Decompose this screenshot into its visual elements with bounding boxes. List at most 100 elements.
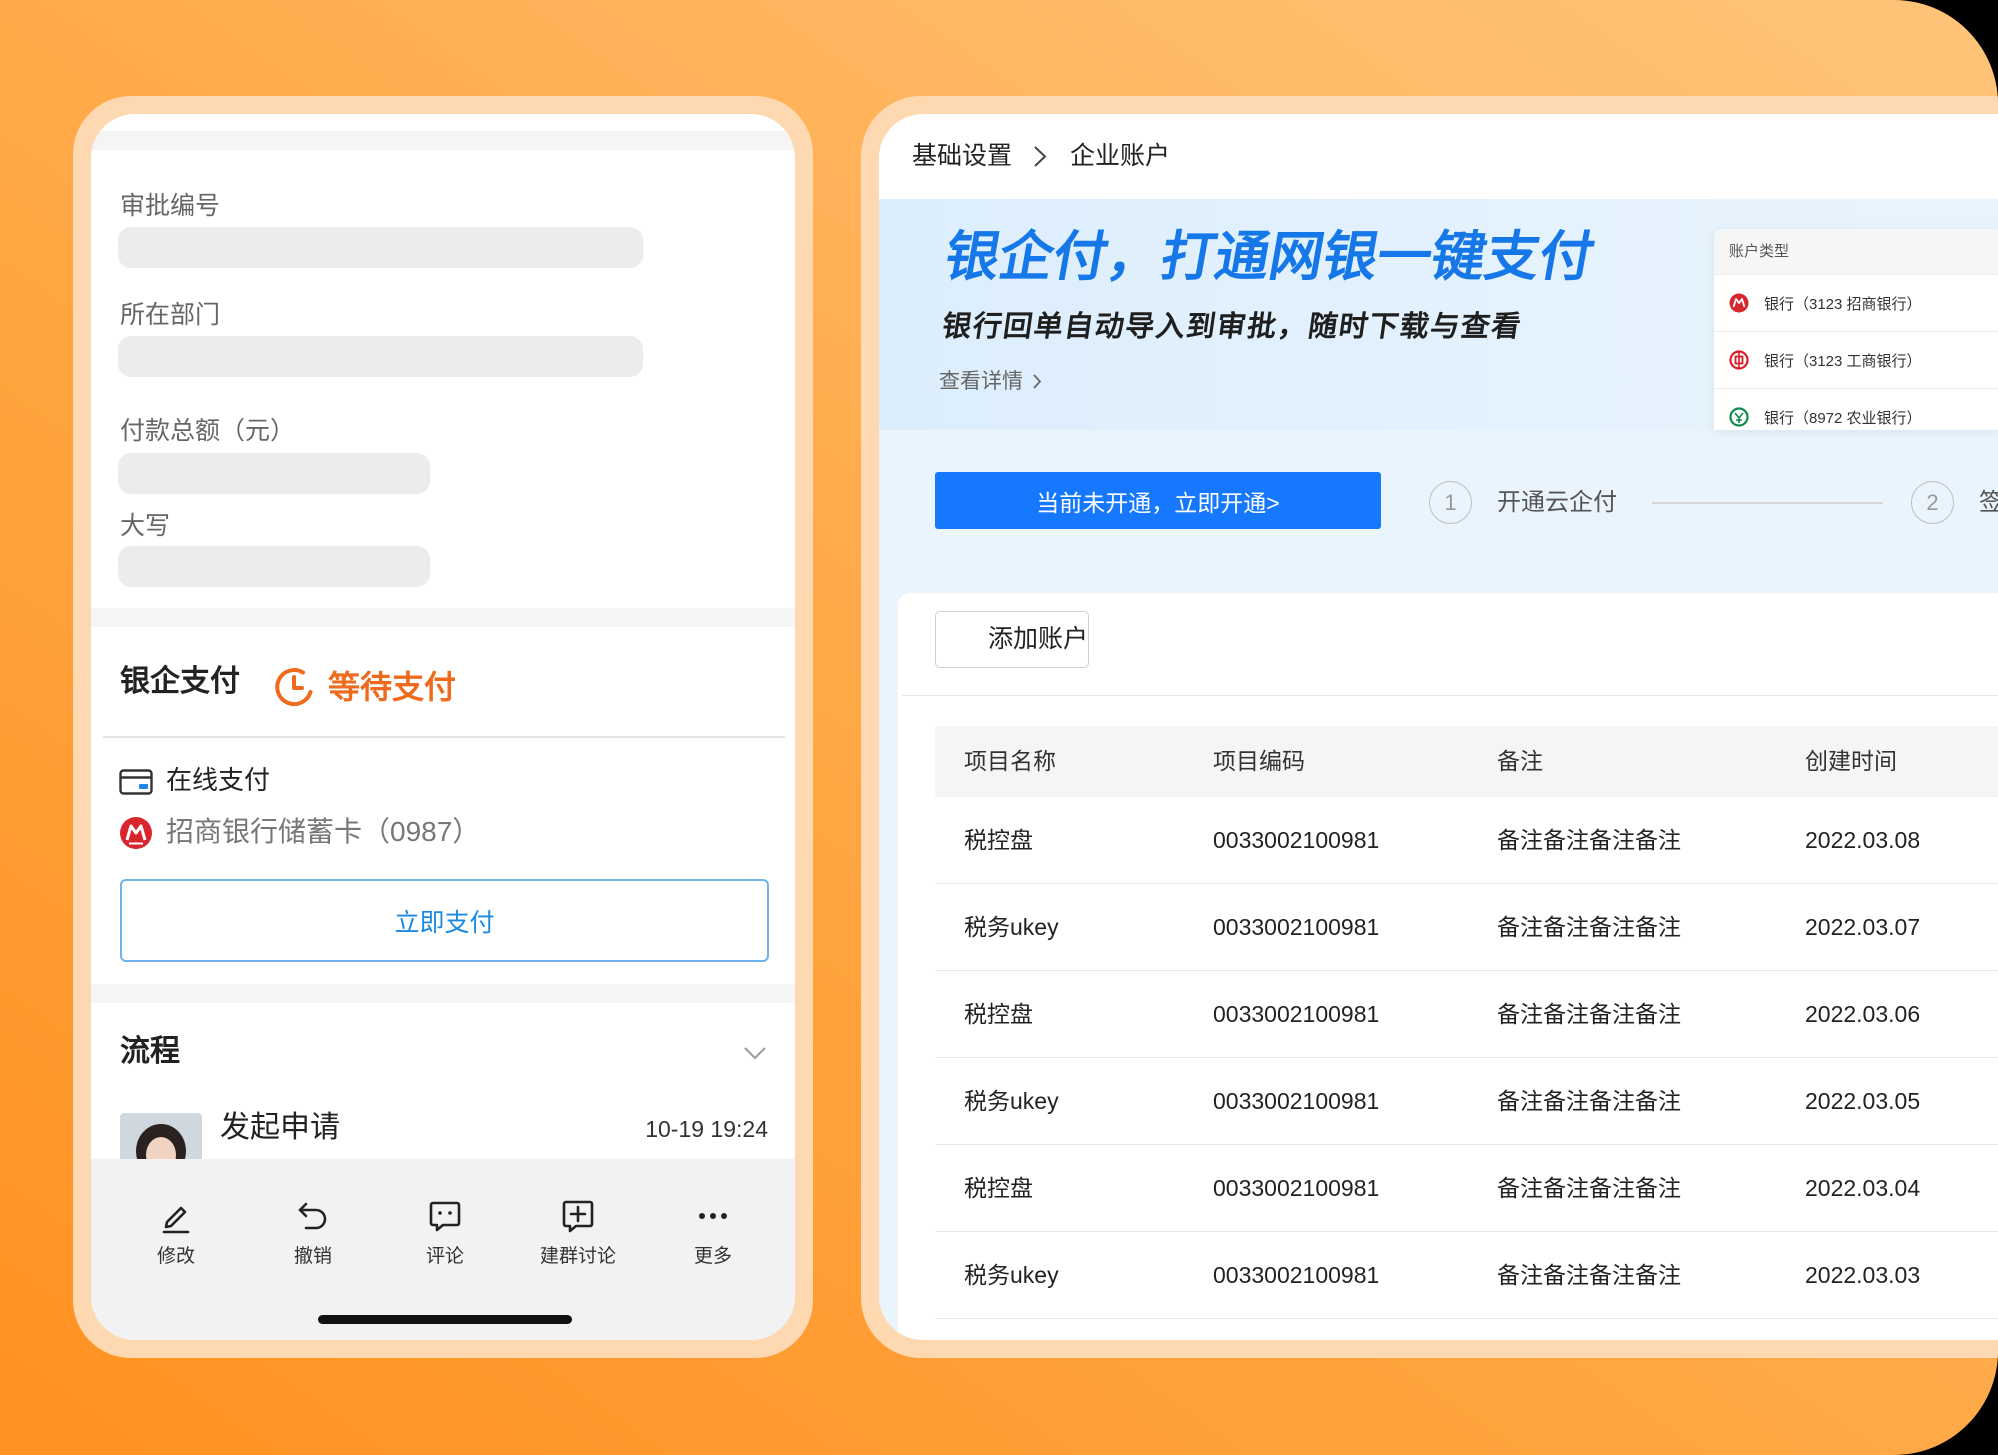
column-header-note: 备注 <box>1497 748 1543 774</box>
section-separator <box>91 984 795 1003</box>
account-type-option[interactable]: 银行（3123 工商银行） <box>1714 331 1998 388</box>
cell-code: 0033002100981 <box>1213 1175 1380 1201</box>
card-icon <box>119 769 153 795</box>
step-1-label: 开通云企付 <box>1497 489 1617 516</box>
comment-action-label: 评论 <box>425 1246 464 1267</box>
payment-status-badge: 等待支付 <box>328 669 457 705</box>
column-header-created: 创建时间 <box>1805 748 1897 774</box>
department-value <box>118 336 643 377</box>
showcase-background: 审批编号 所在部门 付款总额（元） 大写 银企支付 等待支付 在线支付 招商银行… <box>0 0 1998 1455</box>
table-row: 税务ukey 0033002100981 备注备注备注备注 2022.03.03 <box>935 1232 1998 1319</box>
add-account-button[interactable]: 添加账户 <box>935 611 1089 668</box>
cell-created: 2022.03.08 <box>1805 827 1921 853</box>
group-discussion-action[interactable]: 建群讨论 <box>518 1196 638 1268</box>
divider <box>902 695 1998 696</box>
more-action-label: 更多 <box>693 1246 732 1267</box>
divider <box>103 736 785 738</box>
payment-amount-label: 付款总额（元） <box>120 417 296 445</box>
cell-code: 0033002100981 <box>1213 827 1380 853</box>
account-type-option-label: 银行（8972 农业银行） <box>1764 409 1922 427</box>
cell-created: 2022.03.07 <box>1805 914 1921 940</box>
approval-number-value <box>118 227 643 268</box>
icbc-logo-icon <box>1729 350 1749 370</box>
breadcrumb-basic-settings[interactable]: 基础设置 <box>912 141 1012 171</box>
table-row: 税务ukey 0033002100981 备注备注备注备注 2022.03.07 <box>935 884 1998 971</box>
account-type-option[interactable]: 银行（3123 招商银行） <box>1714 274 1998 331</box>
view-details-label: 查看详情 <box>939 370 1023 393</box>
cell-name: 税务ukey <box>964 1262 1059 1288</box>
account-type-option-label: 银行（3123 招商银行） <box>1764 295 1922 313</box>
bottom-action-bar: 修改 撤销 评论 建群讨论 更多 <box>91 1159 795 1340</box>
cell-code: 0033002100981 <box>1213 1088 1380 1114</box>
bank-card-label: 招商银行储蓄卡（0987） <box>166 816 481 847</box>
account-type-option[interactable]: 银行（8972 农业银行） <box>1714 388 1998 430</box>
cell-name: 税控盘 <box>964 827 1033 853</box>
cell-note: 备注备注备注备注 <box>1497 827 1681 853</box>
payment-method-label: 在线支付 <box>166 765 271 795</box>
activate-now-label: 当前未开通，立即开通> <box>1036 489 1280 516</box>
cell-note: 备注备注备注备注 <box>1497 1088 1681 1114</box>
clock-icon <box>275 668 313 707</box>
section-separator <box>91 131 795 150</box>
bank-payment-title: 银企支付 <box>120 665 240 698</box>
cell-note: 备注备注备注备注 <box>1497 1001 1681 1027</box>
table-row: 税控盘 0033002100981 备注备注备注备注 2022.03.06 <box>935 971 1998 1058</box>
column-header-name: 项目名称 <box>964 748 1056 774</box>
process-step-name: 发起申请 <box>220 1111 340 1144</box>
table-row: 税务ukey 0033002100981 备注备注备注备注 2022.03.05 <box>935 1058 1998 1145</box>
chevron-right-icon <box>1034 146 1047 167</box>
account-list-card: 添加账户 项目名称 项目编码 备注 创建时间 税控盘 0033002100981… <box>898 593 1998 1340</box>
process-step-time: 10-19 19:24 <box>645 1116 768 1142</box>
comment-icon <box>429 1201 461 1232</box>
web-screen: 基础设置 企业账户 银企付，打通网银一键支付 银行回单自动导入到审批，随时下载与… <box>879 114 1998 1340</box>
cell-code: 0033002100981 <box>1213 914 1380 940</box>
cell-code: 0033002100981 <box>1213 1001 1380 1027</box>
step-2-number: 2 <box>1911 481 1954 524</box>
account-type-card: 账户类型 银行（3123 招商银行） 银行（3123 工商银行） 银行（8972… <box>1714 229 1998 430</box>
cell-created: 2022.03.04 <box>1805 1175 1921 1201</box>
step-connector <box>1652 502 1883 504</box>
cell-created: 2022.03.03 <box>1805 1262 1921 1288</box>
step-1-number: 1 <box>1429 481 1472 524</box>
process-title: 流程 <box>120 1035 180 1068</box>
add-account-label: 添加账户 <box>988 625 1089 653</box>
home-indicator[interactable] <box>318 1315 572 1324</box>
banner-subtitle: 银行回单自动导入到审批，随时下载与查看 <box>940 311 1525 343</box>
view-details-link[interactable]: 查看详情 <box>939 369 1042 394</box>
cell-name: 税控盘 <box>964 1175 1033 1201</box>
amount-uppercase-value <box>118 546 430 587</box>
cmb-logo-icon <box>1729 293 1749 313</box>
cell-name: 税控盘 <box>964 1001 1033 1027</box>
amount-uppercase-label: 大写 <box>120 512 171 540</box>
chevron-down-icon[interactable] <box>743 1045 767 1061</box>
cell-name: 税务ukey <box>964 914 1059 940</box>
cell-note: 备注备注备注备注 <box>1497 1175 1681 1201</box>
cell-created: 2022.03.06 <box>1805 1001 1921 1027</box>
column-header-code: 项目编码 <box>1213 748 1305 774</box>
activate-now-button[interactable]: 当前未开通，立即开通> <box>935 472 1381 529</box>
approval-number-label: 审批编号 <box>120 192 221 220</box>
cell-note: 备注备注备注备注 <box>1497 1262 1681 1288</box>
banner-title: 银企付，打通网银一键支付 <box>940 227 1599 287</box>
group-discussion-action-label: 建群讨论 <box>539 1246 616 1267</box>
breadcrumb-enterprise-account: 企业账户 <box>1070 142 1171 170</box>
edit-action[interactable]: 修改 <box>116 1196 236 1268</box>
account-table: 项目名称 项目编码 备注 创建时间 税控盘 0033002100981 备注备注… <box>935 726 1998 1319</box>
abc-logo-icon <box>1729 407 1749 427</box>
step-2-label: 签 <box>1979 489 1998 516</box>
mobile-approval-panel: 审批编号 所在部门 付款总额（元） 大写 银企支付 等待支付 在线支付 招商银行… <box>73 96 813 1358</box>
section-separator <box>91 608 795 627</box>
cell-code: 0033002100981 <box>1213 1262 1380 1288</box>
pay-now-button[interactable]: 立即支付 <box>120 879 769 962</box>
edit-action-label: 修改 <box>156 1246 195 1267</box>
more-action[interactable]: 更多 <box>653 1196 773 1268</box>
department-label: 所在部门 <box>120 301 221 329</box>
revoke-action[interactable]: 撤销 <box>253 1196 373 1268</box>
cell-created: 2022.03.05 <box>1805 1088 1921 1114</box>
more-dots-icon <box>699 1213 727 1219</box>
cmb-logo-icon <box>120 817 152 849</box>
account-type-option-label: 银行（3123 工商银行） <box>1764 352 1922 370</box>
chevron-right-icon <box>1033 374 1042 389</box>
comment-action[interactable]: 评论 <box>385 1196 505 1268</box>
payment-amount-value <box>118 453 430 494</box>
